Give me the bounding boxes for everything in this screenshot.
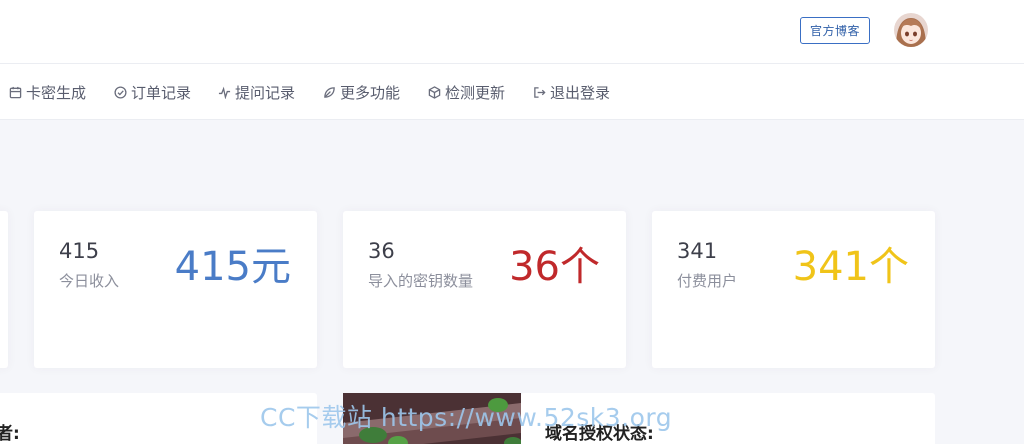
stat-value: 415 xyxy=(59,239,100,263)
nav-item-label: 退出登录 xyxy=(550,83,611,102)
stat-value: 341 xyxy=(677,239,718,263)
nav-item-check-update[interactable]: 检测更新 xyxy=(428,64,505,120)
cube-icon xyxy=(428,85,441,99)
stat-card-keys: 36 导入的密钥数量 36个 xyxy=(343,211,626,368)
check-circle-icon xyxy=(114,85,127,99)
nav-item-label: 卡密生成 xyxy=(26,83,87,102)
official-blog-button[interactable]: 官方博客 xyxy=(800,17,870,44)
stat-card-paid-users: 341 付费用户 341个 xyxy=(652,211,935,368)
top-header: 官方博客 xyxy=(0,0,1024,64)
nav-item-label: 检测更新 xyxy=(445,83,506,102)
user-avatar[interactable] xyxy=(894,13,928,47)
stat-card-partial xyxy=(0,211,8,368)
stat-value: 36 xyxy=(368,239,395,263)
calendar-icon xyxy=(9,86,22,98)
stat-big-value: 36个 xyxy=(509,244,600,290)
stat-label: 付费用户 xyxy=(677,272,738,290)
anime-avatar-icon xyxy=(894,13,928,47)
logout-icon xyxy=(534,86,546,98)
nav-item-label: 更多功能 xyxy=(340,83,401,102)
stat-card-income: 415 今日收入 415元 xyxy=(34,211,317,368)
leaf-icon xyxy=(324,86,335,98)
nav-item-logout[interactable]: 退出登录 xyxy=(533,64,610,120)
author-panel-title: 者: xyxy=(0,424,20,444)
stat-big-value: 415元 xyxy=(174,244,291,290)
stat-label: 今日收入 xyxy=(59,272,120,290)
nav-item-orders[interactable]: 订单记录 xyxy=(114,64,191,120)
main-nav: 卡密生成 订单记录 提问记录 更多功能 检测更新 退出登录 xyxy=(0,64,1024,120)
nav-item-more[interactable]: 更多功能 xyxy=(323,64,400,120)
nav-item-label: 提问记录 xyxy=(235,83,296,102)
stat-big-value: 341个 xyxy=(792,244,909,290)
watermark-text: CC下载站 https://www.52sk3.org xyxy=(260,403,673,432)
nav-item-label: 订单记录 xyxy=(131,83,192,102)
nav-item-card-generate[interactable]: 卡密生成 xyxy=(9,64,86,120)
pulse-icon xyxy=(218,86,231,99)
nav-item-questions[interactable]: 提问记录 xyxy=(218,64,295,120)
stat-label: 导入的密钥数量 xyxy=(368,272,474,290)
